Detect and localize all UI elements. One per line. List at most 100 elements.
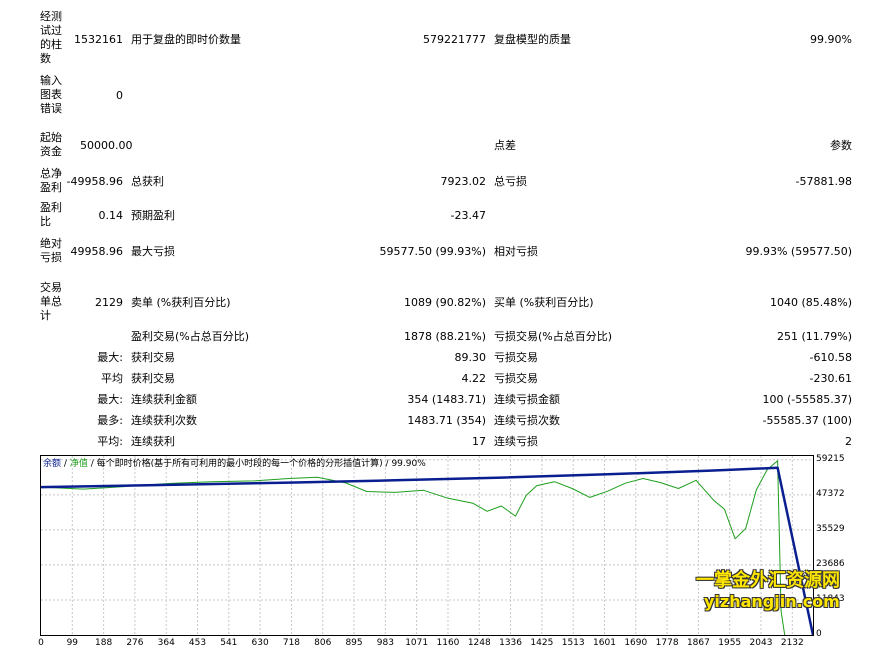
max-consecutive-wins-value: 354 (1483.71)	[407, 393, 486, 406]
expected-payoff-label: 预期盈利	[131, 209, 175, 222]
balance-chart: 余额 / 净值 / 每个即时价格(基于所有可利用的最小时段的每一个价格的分形插值…	[40, 455, 814, 636]
short-positions-value: 1089 (90.82%)	[403, 296, 486, 309]
max-consecutive-losses-label: 连续亏损金额	[494, 393, 560, 406]
largest-loss-value: -610.58	[809, 351, 852, 364]
y-tick-label: 0	[816, 629, 822, 639]
max-consecutive-profit-value: 1483.71 (354)	[407, 414, 486, 427]
legend-quality: 99.90%	[391, 459, 426, 469]
average-prefix: 平均	[101, 372, 123, 385]
profit-factor-value: 0.14	[98, 209, 124, 222]
x-tick-label: 99	[66, 638, 79, 648]
loss-trades-value: 251 (11.79%)	[776, 330, 852, 343]
x-tick-label: 1071	[405, 638, 429, 648]
average-loss-label: 亏损交易	[494, 372, 538, 385]
spread-value: 参数	[830, 139, 852, 152]
bars-tested-value: 1532161	[74, 33, 123, 46]
largest-loss-label: 亏损交易	[494, 351, 538, 364]
x-tick-label: 1778	[655, 638, 679, 648]
gross-profit-value: 7923.02	[440, 175, 487, 188]
legend-sep-2: /	[90, 459, 94, 469]
x-tick-label: 1955	[718, 638, 742, 648]
initial-deposit-label: 起始资金	[40, 131, 62, 158]
expected-payoff-value: -23.47	[450, 209, 486, 222]
x-tick-label: 1690	[624, 638, 648, 648]
average-profit-label: 获利交易	[131, 372, 175, 385]
ticks-modelled-value: 579221777	[423, 33, 486, 46]
watermark-cn: 一掌金外汇资源网	[696, 570, 840, 591]
x-tick-label: 541	[220, 638, 238, 648]
absolute-drawdown-label: 绝对亏损	[40, 237, 62, 264]
legend-balance: 余额	[43, 459, 62, 469]
max-consecutive-loss-label: 连续亏损次数	[494, 414, 560, 427]
modelling-quality-value: 99.90%	[810, 33, 852, 46]
x-tick-label: 364	[157, 638, 175, 648]
largest-prefix: 最大:	[97, 351, 123, 364]
x-tick-label: 276	[126, 638, 144, 648]
max-consecutive-wins-label: 连续获利金额	[131, 393, 197, 406]
y-tick-label: 47372	[816, 488, 845, 499]
spread-label: 点差	[494, 139, 516, 152]
legend-sep-3: /	[385, 459, 389, 469]
x-tick-label: 2132	[780, 638, 804, 648]
x-tick-label: 1248	[467, 638, 491, 648]
x-tick-label: 806	[314, 638, 332, 648]
largest-profit-label: 获利交易	[131, 351, 175, 364]
profit-trades-label: 盈利交易(%占总百分比)	[131, 330, 250, 343]
x-tick-label: 630	[251, 638, 269, 648]
absolute-drawdown-value: 49958.96	[70, 245, 124, 258]
gross-loss-value: -57881.98	[795, 175, 852, 188]
initial-deposit-value: 50000.00	[80, 139, 133, 152]
total-trades-value: 2129	[95, 296, 123, 309]
mismatch-errors-label: 输入图表错误	[40, 74, 62, 115]
x-tick-label: 453	[188, 638, 207, 648]
balance-line	[41, 466, 813, 635]
maximal-drawdown-label: 最大亏损	[131, 245, 175, 258]
x-tick-label: 1160	[436, 638, 460, 648]
y-tick-label: 35529	[816, 523, 845, 534]
gross-profit-label: 总获利	[131, 175, 164, 188]
average-loss-value: -230.61	[809, 372, 852, 385]
x-tick-label: 1601	[593, 638, 616, 648]
max-consecutive-amount-prefix: 最多:	[97, 414, 123, 427]
short-positions-label: 卖单 (%获利百分比)	[131, 296, 231, 309]
legend-model: 每个即时价格(基于所有可利用的最小时段的每一个价格的分形插值计算)	[96, 459, 383, 469]
legend-equity: 净值	[69, 459, 88, 469]
x-tick-label: 2043	[749, 638, 773, 648]
x-tick-label: 1425	[530, 638, 554, 648]
x-tick-label: 1513	[561, 638, 585, 648]
net-profit-label: 总净盈利	[40, 167, 62, 194]
balance-chart-plot	[41, 456, 813, 635]
bars-tested-label: 经测试过的柱数	[40, 10, 62, 65]
x-tick-label: 1336	[499, 638, 523, 648]
long-positions-label: 买单 (%获利百分比)	[494, 296, 594, 309]
max-consecutive-prefix: 最大:	[97, 393, 123, 406]
avg-consecutive-wins-label: 连续获利	[131, 435, 175, 448]
long-positions-value: 1040 (85.48%)	[769, 296, 852, 309]
mismatch-errors-value: 0	[116, 89, 123, 102]
average-profit-value: 4.22	[461, 372, 487, 385]
profit-factor-label: 盈利比	[40, 201, 62, 228]
watermark-url: yizhangjin.com	[704, 592, 840, 611]
x-tick-label: 983	[376, 638, 394, 648]
max-consecutive-loss-value: -55585.37 (100)	[762, 414, 852, 427]
maximal-drawdown-value: 59577.50 (99.93%)	[379, 245, 486, 258]
ticks-modelled-label: 用于复盘的即时价数量	[131, 33, 241, 46]
x-tick-label: 188	[95, 638, 113, 648]
avg-consecutive-losses-value: 2	[845, 435, 852, 448]
relative-drawdown-value: 99.93% (59577.50)	[745, 245, 852, 258]
chart-legend: 余额 / 净值 / 每个即时价格(基于所有可利用的最小时段的每一个价格的分形插值…	[43, 458, 426, 470]
modelling-quality-label: 复盘模型的质量	[494, 33, 571, 46]
net-profit-value: -49958.96	[66, 175, 123, 188]
max-consecutive-profit-label: 连续获利次数	[131, 414, 197, 427]
profit-trades-value: 1878 (88.21%)	[403, 330, 486, 343]
equity-line	[41, 460, 786, 635]
gross-loss-label: 总亏损	[494, 175, 527, 188]
relative-drawdown-label: 相对亏损	[494, 245, 538, 258]
loss-trades-label: 亏损交易(%占总百分比)	[494, 330, 613, 343]
largest-profit-value: 89.30	[454, 351, 487, 364]
x-tick-label: 1867	[686, 638, 710, 648]
legend-sep-1: /	[63, 459, 67, 469]
avg-consecutive-losses-label: 连续亏损	[494, 435, 538, 448]
avg-consecutive-prefix: 平均:	[97, 435, 123, 448]
x-tick-label: 718	[282, 638, 301, 648]
